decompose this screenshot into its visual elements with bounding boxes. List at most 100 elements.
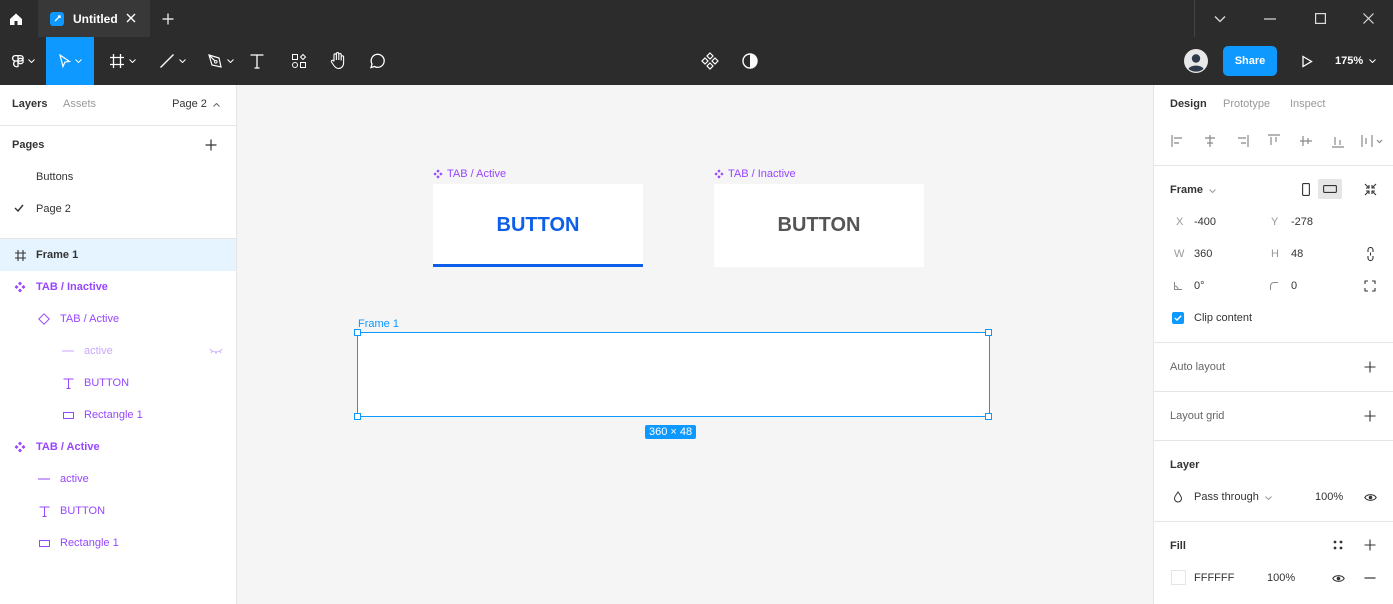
align-bottom-icon[interactable] xyxy=(1330,133,1346,149)
landscape-icon[interactable] xyxy=(1318,179,1342,199)
tab-assets[interactable]: Assets xyxy=(63,98,96,110)
eye-icon[interactable] xyxy=(1362,489,1378,505)
layer-tab-active[interactable]: TAB / Active xyxy=(0,431,236,463)
blend-mode-dropdown[interactable]: Pass through xyxy=(1194,491,1272,503)
x-input[interactable]: -400 xyxy=(1194,216,1216,228)
frame-icon xyxy=(13,248,27,262)
align-left-icon[interactable] xyxy=(1170,133,1186,149)
layer-label: BUTTON xyxy=(60,505,106,517)
independent-corners-icon[interactable] xyxy=(1362,278,1378,294)
resources-button[interactable] xyxy=(286,37,312,85)
tab-design[interactable]: Design xyxy=(1170,98,1207,110)
instance-icon xyxy=(37,312,51,326)
file-tab[interactable]: Untitled xyxy=(38,0,150,37)
layer-active[interactable]: active xyxy=(0,463,236,495)
tab-layers[interactable]: Layers xyxy=(12,98,47,110)
align-horizontal-center-icon[interactable] xyxy=(1202,133,1218,149)
fill-opacity-input[interactable]: 100% xyxy=(1267,572,1295,584)
layer-label: active xyxy=(84,345,113,357)
fill-hex-input[interactable]: FFFFFF xyxy=(1194,572,1234,584)
components-button[interactable] xyxy=(698,37,722,85)
component-label-text: TAB / Inactive xyxy=(728,168,796,180)
layer-rectangle-1-b[interactable]: Rectangle 1 xyxy=(0,527,236,559)
resize-to-fit-icon[interactable] xyxy=(1362,181,1378,197)
component-label-tab-inactive[interactable]: TAB / Inactive xyxy=(714,168,796,180)
frame-tool-button[interactable] xyxy=(100,37,144,85)
caret-down-icon xyxy=(128,59,136,63)
hidden-eye-icon[interactable] xyxy=(208,344,224,358)
close-tab-icon[interactable] xyxy=(124,11,138,25)
comment-icon xyxy=(370,53,385,69)
y-input[interactable]: -278 xyxy=(1291,216,1313,228)
rotation-input[interactable]: 0° xyxy=(1194,280,1205,292)
section-divider xyxy=(1154,391,1393,392)
eye-icon[interactable] xyxy=(1330,570,1346,586)
corner-radius-input[interactable]: 0 xyxy=(1291,280,1297,292)
layer-label: TAB / Inactive xyxy=(36,281,108,293)
tab-inactive-component[interactable]: BUTTON xyxy=(714,184,924,267)
canvas[interactable]: TAB / Active BUTTON TAB / Inactive BUTTO… xyxy=(237,85,1153,604)
avatar[interactable] xyxy=(1182,37,1210,85)
component-label-tab-active[interactable]: TAB / Active xyxy=(433,168,506,180)
add-fill-icon[interactable] xyxy=(1362,537,1378,553)
layer-active-hidden[interactable]: active xyxy=(0,335,236,367)
zoom-dropdown[interactable]: 175% xyxy=(1335,37,1376,85)
share-button[interactable]: Share xyxy=(1223,46,1277,76)
main-menu-button[interactable] xyxy=(0,37,46,85)
page-item-page-2[interactable]: Page 2 xyxy=(0,193,236,225)
resize-handle-bottom-left[interactable] xyxy=(354,413,361,420)
layer-opacity-input[interactable]: 100% xyxy=(1315,491,1343,503)
remove-fill-icon[interactable] xyxy=(1362,570,1378,586)
resize-handle-top-right[interactable] xyxy=(985,329,992,336)
component-icon xyxy=(701,52,719,70)
contrast-button[interactable] xyxy=(738,37,762,85)
line-tool-button[interactable] xyxy=(150,37,194,85)
page-item-buttons[interactable]: Buttons xyxy=(0,161,236,193)
new-tab-button[interactable] xyxy=(158,9,178,29)
align-vertical-center-icon[interactable] xyxy=(1298,133,1314,149)
add-page-icon[interactable] xyxy=(203,137,219,153)
chevron-down-icon[interactable] xyxy=(1195,0,1245,37)
layer-tab-inactive[interactable]: TAB / Inactive xyxy=(0,271,236,303)
comment-tool-button[interactable] xyxy=(364,37,390,85)
distribute-icon[interactable] xyxy=(1360,133,1386,149)
home-icon[interactable] xyxy=(0,0,32,37)
button-text: BUTTON xyxy=(777,214,861,236)
hand-tool-button[interactable] xyxy=(325,37,351,85)
add-auto-layout-icon[interactable] xyxy=(1362,359,1378,375)
resize-handle-bottom-right[interactable] xyxy=(985,413,992,420)
layers-panel: Layers Assets Page 2 Pages Buttons Page … xyxy=(0,85,237,604)
tab-inspect[interactable]: Inspect xyxy=(1290,98,1325,110)
minimize-icon[interactable] xyxy=(1245,0,1295,37)
present-button[interactable] xyxy=(1296,37,1318,85)
align-right-icon[interactable] xyxy=(1234,133,1250,149)
fill-color-swatch[interactable] xyxy=(1171,570,1186,585)
layer-tab-active-instance[interactable]: TAB / Active xyxy=(0,303,236,335)
pen-tool-button[interactable] xyxy=(198,37,242,85)
frame-1[interactable] xyxy=(357,332,990,417)
w-input[interactable]: 360 xyxy=(1194,248,1212,260)
layer-button-text-2[interactable]: BUTTON xyxy=(0,495,236,527)
add-layout-grid-icon[interactable] xyxy=(1362,408,1378,424)
section-divider xyxy=(1154,165,1393,166)
component-icon xyxy=(714,169,724,179)
portrait-icon[interactable] xyxy=(1298,181,1314,197)
move-tool-button[interactable] xyxy=(46,37,94,85)
style-grid-icon[interactable] xyxy=(1330,537,1346,553)
layer-frame-1[interactable]: Frame 1 xyxy=(0,239,236,271)
frame-dropdown[interactable]: Frame xyxy=(1170,184,1216,196)
tab-prototype[interactable]: Prototype xyxy=(1223,98,1270,110)
clip-content-checkbox[interactable] xyxy=(1172,312,1184,324)
close-window-icon[interactable] xyxy=(1343,0,1393,37)
text-tool-button[interactable] xyxy=(244,37,270,85)
maximize-icon[interactable] xyxy=(1295,0,1345,37)
page-switcher[interactable]: Page 2 xyxy=(172,98,220,110)
layer-rectangle-1[interactable]: Rectangle 1 xyxy=(0,399,236,431)
resize-handle-top-left[interactable] xyxy=(354,329,361,336)
frame-1-label[interactable]: Frame 1 xyxy=(358,318,399,330)
layer-button-text[interactable]: BUTTON xyxy=(0,367,236,399)
tab-active-component[interactable]: BUTTON xyxy=(433,184,643,267)
h-input[interactable]: 48 xyxy=(1291,248,1303,260)
constrain-proportions-icon[interactable] xyxy=(1362,246,1378,262)
align-top-icon[interactable] xyxy=(1266,133,1282,149)
